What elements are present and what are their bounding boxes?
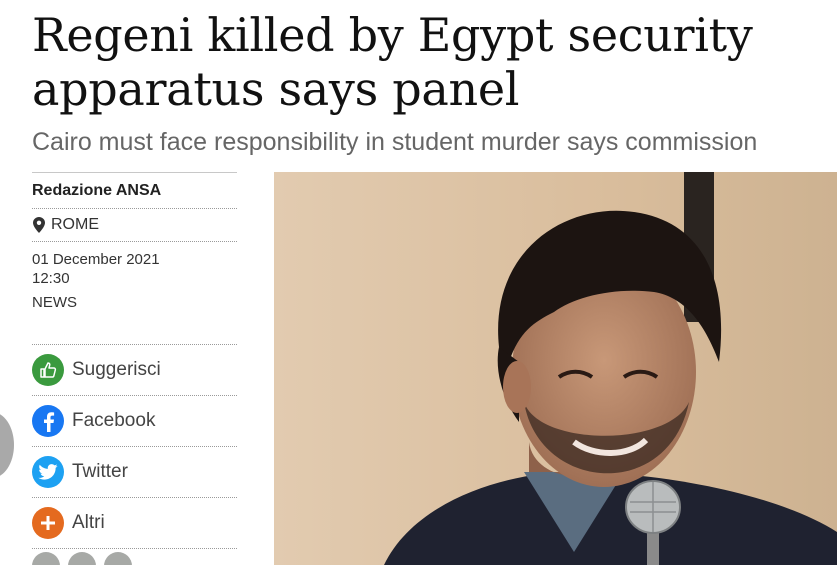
more-share-icons <box>32 552 132 565</box>
publish-time: 12:30 <box>32 270 70 287</box>
share-divider <box>32 548 237 549</box>
thumbs-up-icon <box>32 354 64 386</box>
article-headline: Regeni killed by Egypt security apparatu… <box>32 8 832 116</box>
headline-line-2: apparatus says panel <box>32 62 520 116</box>
share-extra-icon[interactable] <box>104 552 132 565</box>
article-category: NEWS <box>32 294 77 311</box>
publish-date: 01 December 2021 <box>32 251 160 268</box>
location-pin-icon <box>33 217 45 233</box>
share-label: Twitter <box>72 461 128 482</box>
portrait-photo <box>274 172 837 565</box>
headline-line-1: Regeni killed by Egypt security <box>32 8 753 62</box>
dateline-location: ROME <box>32 209 237 241</box>
article-meta-column: Redazione ANSA ROME 01 December 2021 12:… <box>32 172 237 549</box>
share-label: Facebook <box>72 410 156 431</box>
location-label: ROME <box>51 216 99 233</box>
share-facebook-button[interactable]: Facebook <box>32 396 237 446</box>
share-extra-icon[interactable] <box>32 552 60 565</box>
plus-icon <box>32 507 64 539</box>
share-suggerisci-button[interactable]: Suggerisci <box>32 345 237 395</box>
author-name: Redazione ANSA <box>32 182 162 199</box>
share-label: Suggerisci <box>72 359 161 380</box>
share-twitter-button[interactable]: Twitter <box>32 447 237 497</box>
twitter-icon <box>32 456 64 488</box>
share-label: Altri <box>72 512 105 533</box>
side-scroll-tab[interactable] <box>0 412 14 478</box>
share-altri-button[interactable]: Altri <box>32 498 237 548</box>
share-extra-icon[interactable] <box>68 552 96 565</box>
article-subheadline: Cairo must face responsibility in studen… <box>32 128 758 156</box>
facebook-icon <box>32 405 64 437</box>
article-photo[interactable] <box>274 172 837 565</box>
